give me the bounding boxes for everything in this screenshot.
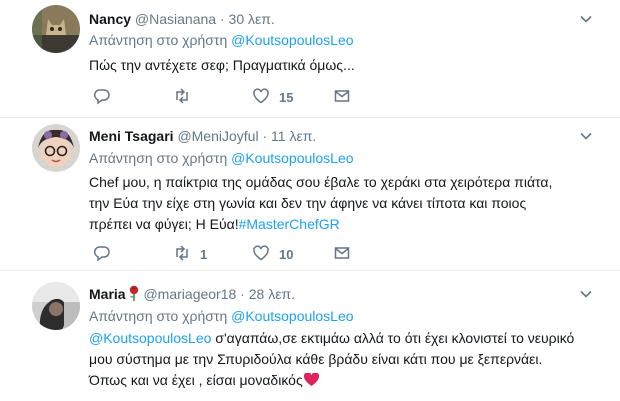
retweet-button[interactable]: [173, 87, 191, 107]
chevron-down-icon[interactable]: [578, 11, 594, 27]
avatar[interactable]: [32, 124, 80, 172]
tweet-text: Πώς την αντέχετε σεφ; Πραγματικά όμως...: [89, 57, 355, 73]
red-heart-emoji: [303, 371, 319, 386]
tweet-nancy[interactable]: Nancy @Nasianana · 30 λεπ. Απάντηση στο …: [0, 0, 620, 118]
timestamp[interactable]: 11 λεπ.: [271, 128, 316, 144]
tweet-text-line: Chef μου, η παίκτρια της ομάδας σου έβαλ…: [89, 174, 553, 190]
tweet-maria[interactable]: Maria @mariageor18 · 28 λεπ. Απάντηση στ…: [0, 271, 620, 401]
tweet-meni[interactable]: Meni Tsagari @MeniJoyful · 11 λεπ. Απάντ…: [0, 118, 620, 271]
reply-button[interactable]: [93, 244, 111, 264]
tweet-actions: 1 10: [89, 244, 389, 264]
user-handle[interactable]: @mariageor18: [143, 286, 236, 302]
tweet-text-line: μου σύστημα με την Σπυριδούλα κάθε βράδυ…: [89, 351, 543, 367]
user-name[interactable]: Meni Tsagari: [89, 128, 174, 144]
retweet-count: 1: [200, 246, 208, 262]
like-button[interactable]: 10: [252, 244, 293, 264]
reply-label: Απάντηση στο χρήστη: [89, 32, 228, 48]
reply-button[interactable]: [93, 87, 111, 107]
like-icon: [252, 87, 270, 108]
rose-emoji: [128, 285, 140, 301]
user-handle[interactable]: @Nasianana: [135, 11, 216, 27]
reply-context: Απάντηση στο χρήστη @KoutsopoulosLeo: [89, 308, 354, 324]
hashtag-link[interactable]: #MasterChefGR: [239, 216, 340, 232]
direct-message-icon: [333, 244, 351, 265]
tweet-text: @KoutsopoulosLeo σ'αγαπάω,σε εκτιμάω αλλ…: [89, 328, 594, 391]
avatar[interactable]: [32, 282, 80, 330]
reply-mention-link[interactable]: @KoutsopoulosLeo: [231, 308, 353, 324]
tweet-header: Meni Tsagari @MeniJoyful · 11 λεπ.: [89, 127, 316, 145]
timestamp[interactable]: 30 λεπ.: [229, 11, 275, 27]
user-name[interactable]: Nancy: [89, 11, 131, 27]
separator: ·: [240, 286, 245, 302]
tweet-header: Nancy @Nasianana · 30 λεπ.: [89, 10, 275, 28]
tweet-text-segment: πρέπει να φύγει; Η Εύα!: [89, 216, 239, 232]
tweet-text-line: Όπως και να έχει , είσαι μοναδικός: [89, 370, 594, 391]
chevron-down-icon[interactable]: [578, 286, 594, 302]
reply-icon: [93, 244, 111, 265]
tweet-header: Maria @mariageor18 · 28 λεπ.: [89, 285, 295, 303]
separator: ·: [262, 128, 268, 144]
tweet-text-segment: σ'αγαπάω,σε εκτιμάω αλλά το ότι έχει κλο…: [211, 330, 575, 346]
like-count: 15: [279, 89, 294, 105]
user-name-text: Maria: [89, 286, 126, 302]
mention-link[interactable]: @KoutsopoulosLeo: [89, 330, 211, 346]
reply-label: Απάντηση στο χρήστη: [89, 308, 228, 324]
reply-context: Απάντηση στο χρήστη @KoutsopoulosLeo: [89, 150, 354, 166]
reply-mention-link[interactable]: @KoutsopoulosLeo: [231, 150, 353, 166]
reply-icon: [93, 87, 111, 108]
tweet-text-line: @KoutsopoulosLeo σ'αγαπάω,σε εκτιμάω αλλ…: [89, 328, 594, 349]
retweet-button[interactable]: 1: [173, 244, 207, 264]
direct-message-button[interactable]: [333, 244, 351, 264]
user-name[interactable]: Maria: [89, 285, 140, 302]
like-button[interactable]: 15: [252, 87, 293, 107]
tweet-text: Chef μου, η παίκτρια της ομάδας σου έβαλ…: [89, 172, 594, 235]
tweet-text-line: πρέπει να φύγει; Η Εύα!#MasterChefGR: [89, 214, 594, 235]
reply-mention-link[interactable]: @KoutsopoulosLeo: [231, 32, 353, 48]
like-count: 10: [279, 246, 294, 262]
tweet-actions: 15: [89, 87, 389, 107]
avatar[interactable]: [32, 5, 80, 53]
reply-context: Απάντηση στο χρήστη @KoutsopoulosLeo: [89, 32, 354, 48]
direct-message-button[interactable]: [333, 87, 351, 107]
reply-label: Απάντηση στο χρήστη: [89, 150, 228, 166]
retweet-icon: [173, 87, 191, 108]
direct-message-icon: [333, 87, 351, 108]
retweet-icon: [173, 244, 191, 265]
like-icon: [252, 244, 270, 265]
user-handle[interactable]: @MeniJoyful: [177, 128, 258, 144]
chevron-down-icon[interactable]: [578, 128, 594, 144]
timestamp[interactable]: 28 λεπ.: [249, 286, 295, 302]
tweet-text-segment: Όπως και να έχει , είσαι μοναδικός: [89, 372, 303, 388]
tweet-text-line: την Εύα την είχε στη γωνία και δεν την ά…: [89, 195, 527, 211]
separator: ·: [219, 11, 225, 27]
